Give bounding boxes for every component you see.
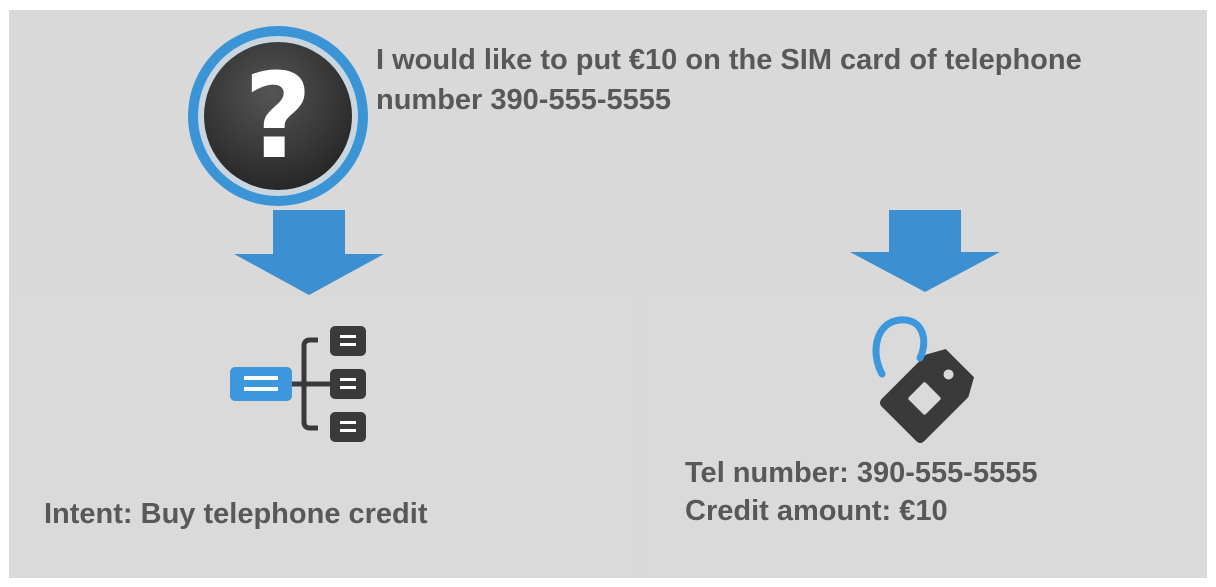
tag-icon [872, 316, 975, 444]
entity-tel-number: Tel number: 390-555-5555 [685, 457, 1038, 489]
utterance-text: I would like to put €10 on the SIM card … [376, 44, 1082, 116]
hierarchy-tree-icon [230, 326, 366, 442]
arrow-down-icon [850, 210, 1000, 292]
question-mark-icon: ? [188, 26, 368, 206]
intent-label: Intent: Buy telephone credit [44, 498, 428, 530]
entity-credit-amount: Credit amount: €10 [685, 495, 948, 527]
svg-text:?: ? [244, 47, 312, 185]
entity-list: Tel number: 390-555-5555 Credit amount: … [685, 454, 1037, 530]
arrow-down-icon [234, 210, 384, 295]
